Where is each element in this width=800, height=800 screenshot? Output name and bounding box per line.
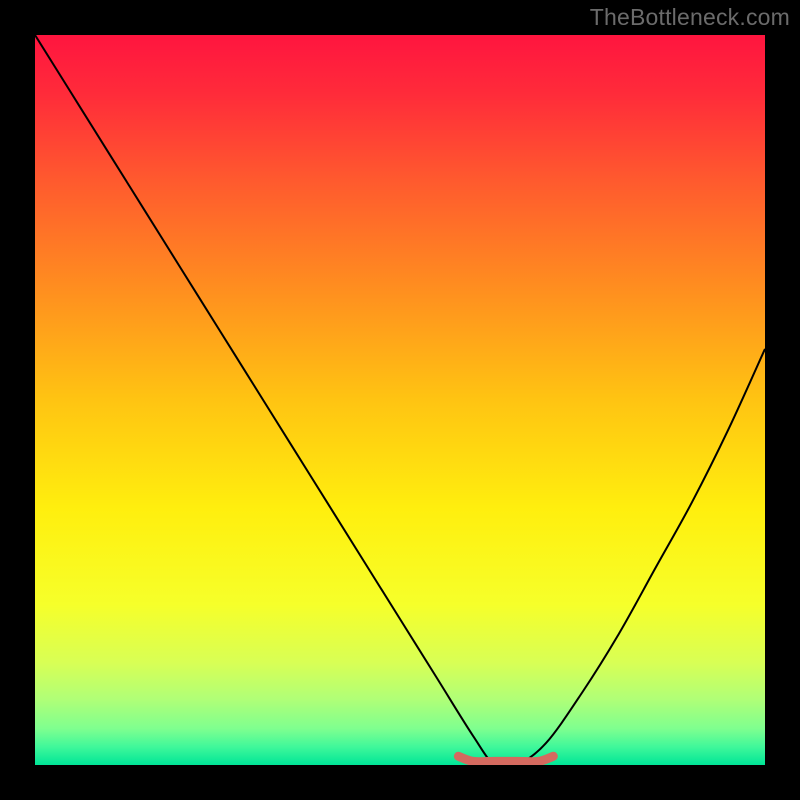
watermark-text: TheBottleneck.com: [590, 4, 790, 31]
heatmap-background: [35, 35, 765, 765]
bottleneck-chart: [0, 0, 800, 800]
chart-frame: { "watermark": "TheBottleneck.com", "plo…: [0, 0, 800, 800]
optimal-range-marker: [458, 756, 553, 761]
